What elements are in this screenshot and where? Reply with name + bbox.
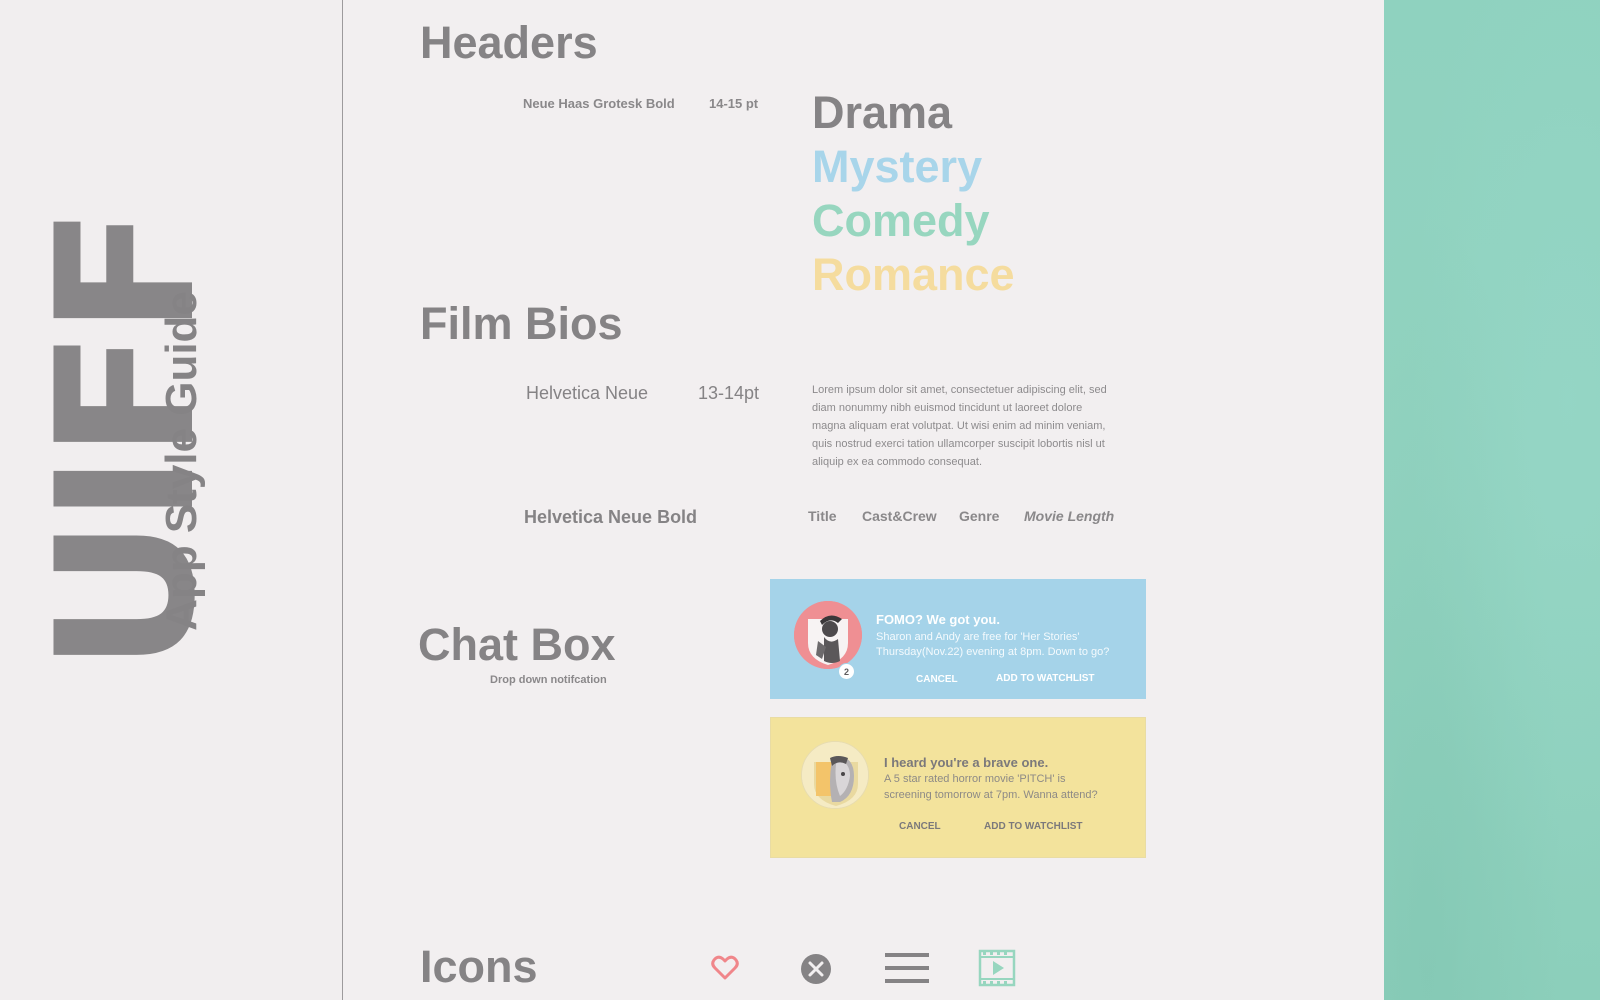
- cancel-button[interactable]: CANCEL: [916, 674, 958, 685]
- notification-title: FOMO? We got you.: [876, 612, 1000, 627]
- field-genre: Genre: [959, 508, 1000, 524]
- headers-section-title: Headers: [420, 17, 598, 68]
- avatar: [794, 601, 862, 669]
- style-guide-title: App Style Guide: [157, 291, 207, 631]
- field-cast-crew: Cast&Crew: [862, 508, 937, 524]
- chat-box-section-title: Chat Box: [418, 619, 616, 670]
- bios-bold-font-name: Helvetica Neue Bold: [524, 507, 698, 527]
- lorem-paragraph: Lorem ipsum dolor sit amet, consectetuer…: [812, 384, 1107, 468]
- heart-icon[interactable]: [710, 953, 740, 983]
- headers-font-size: 14-15 pt: [709, 96, 759, 111]
- menu-icon[interactable]: [884, 950, 930, 986]
- notification-body-line1: Sharon and Andy are free for 'Her Storie…: [876, 631, 1080, 643]
- bios-font-size: 13-14pt: [698, 383, 760, 403]
- notification-body-line1: A 5 star rated horror movie 'PITCH' is: [884, 773, 1066, 785]
- notification-fomo[interactable]: 2 FOMO? We got you. Sharon and Andy are …: [770, 579, 1146, 699]
- genre-romance: Romance: [812, 249, 1015, 300]
- add-to-watchlist-button[interactable]: ADD TO WATCHLIST: [984, 821, 1083, 832]
- genre-comedy: Comedy: [812, 195, 990, 246]
- branding-panel: UIFF App Style Guide: [0, 0, 342, 1000]
- headers-font-name: Neue Haas Grotesk Bold: [523, 96, 675, 111]
- teal-panel-shading: [1384, 0, 1600, 1000]
- play-film-icon[interactable]: [978, 949, 1016, 987]
- close-icon[interactable]: [800, 953, 832, 985]
- film-bios-section-title: Film Bios: [420, 298, 623, 349]
- icons-section-title: Icons: [420, 941, 538, 992]
- notification-brave[interactable]: I heard you're a brave one. A 5 star rat…: [770, 717, 1146, 858]
- chat-box-caption: Drop down notifcation: [490, 674, 607, 686]
- avatar-portrait-icon: [794, 601, 862, 669]
- cancel-button[interactable]: CANCEL: [899, 821, 941, 832]
- field-title: Title: [808, 508, 837, 524]
- notification-badge: 2: [838, 663, 855, 680]
- field-movie-length: Movie Length: [1024, 508, 1115, 524]
- avatar: [801, 741, 869, 809]
- bios-font-name: Helvetica Neue: [526, 383, 649, 403]
- notification-body-line2: Thursday(Nov.22) evening at 8pm. Down to…: [876, 646, 1110, 658]
- vertical-divider: [342, 0, 343, 1000]
- add-to-watchlist-button[interactable]: ADD TO WATCHLIST: [996, 673, 1095, 684]
- avatar-portrait-icon: [802, 742, 868, 808]
- notification-title: I heard you're a brave one.: [884, 755, 1049, 770]
- genre-mystery: Mystery: [812, 141, 983, 192]
- style-guide-subtitle: App Style Guide: [157, 291, 206, 631]
- genre-list: Drama Mystery Comedy Romance: [812, 86, 1015, 302]
- notification-body-line2: screening tomorrow at 7pm. Wanna attend?: [884, 789, 1098, 801]
- genre-drama: Drama: [812, 87, 953, 138]
